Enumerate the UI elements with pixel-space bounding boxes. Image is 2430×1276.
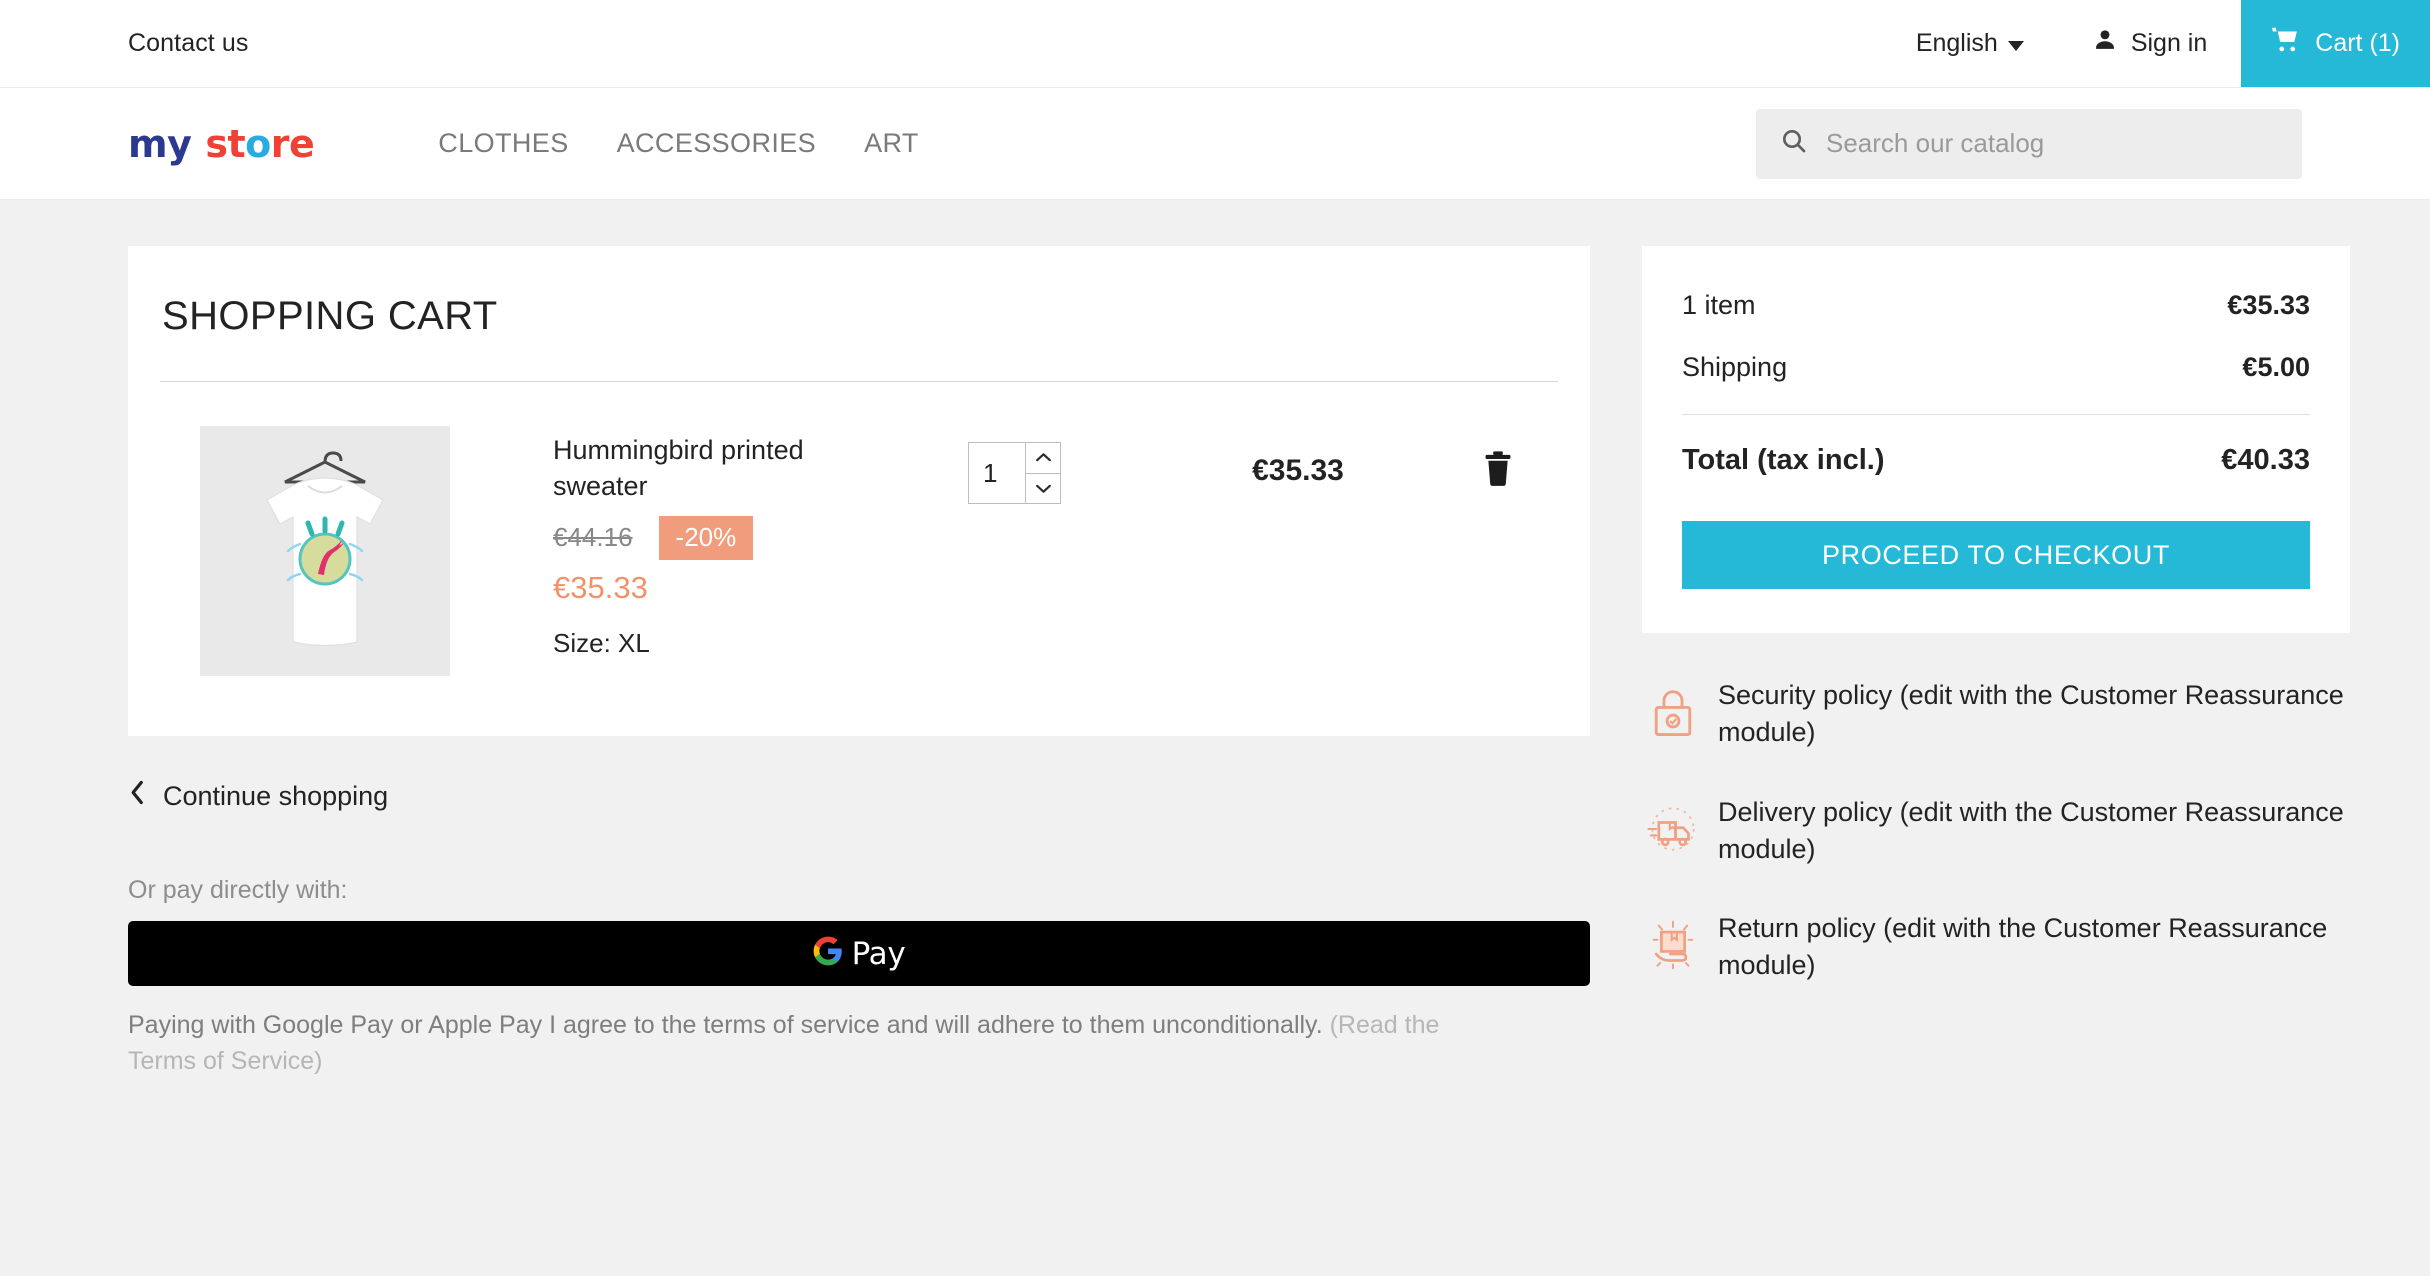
contact-us-link[interactable]: Contact us <box>128 29 249 58</box>
summary-row-total: Total (tax incl.) €40.33 <box>1682 444 2310 477</box>
google-g-icon <box>813 936 843 971</box>
top-bar-left: Contact us <box>0 0 249 87</box>
payment-terms-text: Paying with Google Pay or Apple Pay I ag… <box>128 1008 1448 1079</box>
nav-item-art[interactable]: ART <box>864 128 919 159</box>
product-thumbnail[interactable] <box>200 426 450 676</box>
google-pay-label: Pay <box>851 935 906 972</box>
terms-body: Paying with Google Pay or Apple Pay I ag… <box>128 1011 1330 1039</box>
logo-part-my: my <box>128 121 192 166</box>
summary-row-shipping: Shipping €5.00 <box>1682 352 2310 383</box>
site-logo[interactable]: my store <box>128 121 315 166</box>
main-navigation: CLOTHES ACCESSORIES ART <box>438 128 919 159</box>
cart-button[interactable]: Cart (1) <box>2241 0 2430 87</box>
cart-column: SHOPPING CART Hummingbird printed sweate… <box>128 246 1590 1079</box>
remove-item-button[interactable] <box>1438 426 1558 493</box>
policy-return: Return policy (edit with the Customer Re… <box>1642 910 2350 985</box>
policy-security: Security policy (edit with the Customer … <box>1642 677 2350 752</box>
summary-shipping-label: Shipping <box>1682 352 1788 382</box>
chevron-left-icon <box>130 780 145 812</box>
quantity-input[interactable] <box>969 443 1025 503</box>
product-price-current: €35.33 <box>553 569 648 605</box>
quantity-stepper[interactable] <box>968 442 1061 504</box>
summary-items-value: €35.33 <box>2227 290 2310 320</box>
quantity-increase-button[interactable] <box>1026 443 1060 474</box>
order-summary-panel: 1 item €35.33 Shipping €5.00 Total (tax … <box>1642 246 2350 633</box>
reassurance-policies: Security policy (edit with the Customer … <box>1642 677 2350 985</box>
summary-total-value: €40.33 <box>2221 444 2310 476</box>
summary-total-label: Total (tax incl.) <box>1682 444 1885 476</box>
search-icon <box>1780 127 1808 160</box>
cart-label: Cart (1) <box>2315 29 2400 57</box>
policy-delivery-text: Delivery policy (edit with the Customer … <box>1642 794 2350 869</box>
search-input[interactable] <box>1826 128 2278 159</box>
lock-icon <box>1642 681 1704 743</box>
discount-badge: -20% <box>658 515 754 560</box>
quantity-cell <box>968 426 1158 504</box>
product-info: Hummingbird printed sweater €44.16 -20% … <box>450 426 968 659</box>
policy-delivery-title[interactable]: Delivery policy <box>1718 797 1892 827</box>
summary-column: 1 item €35.33 Shipping €5.00 Total (tax … <box>1642 246 2350 1027</box>
search-bar[interactable] <box>1756 108 2302 179</box>
cart-line-item: Hummingbird printed sweater €44.16 -20% … <box>160 382 1558 736</box>
policy-return-text: Return policy (edit with the Customer Re… <box>1642 910 2350 985</box>
line-item-total: €35.33 <box>1252 454 1344 487</box>
summary-shipping-value: €5.00 <box>2242 352 2310 382</box>
site-header: my store CLOTHES ACCESSORIES ART <box>0 88 2430 200</box>
continue-shopping-link[interactable]: Continue shopping <box>130 780 1590 812</box>
quantity-decrease-button[interactable] <box>1026 474 1060 504</box>
logo-part-st: st <box>205 121 246 166</box>
user-icon <box>2092 26 2118 61</box>
return-box-icon <box>1642 914 1704 976</box>
proceed-to-checkout-button[interactable]: PROCEED TO CHECKOUT <box>1682 521 2310 589</box>
quantity-arrows <box>1025 443 1060 503</box>
language-label: English <box>1915 29 1998 57</box>
product-price-old: €44.16 <box>553 522 633 553</box>
product-name[interactable]: Hummingbird printed sweater <box>553 432 853 505</box>
policy-delivery: Delivery policy (edit with the Customer … <box>1642 794 2350 869</box>
continue-shopping-label: Continue shopping <box>163 780 389 811</box>
logo-part-re: re <box>270 121 315 166</box>
truck-icon <box>1642 798 1704 860</box>
nav-item-clothes[interactable]: CLOTHES <box>438 128 568 159</box>
sign-in-button[interactable]: Sign in <box>2058 0 2241 87</box>
sign-in-label: Sign in <box>2130 29 2208 57</box>
summary-divider <box>1682 414 2310 415</box>
or-pay-label: Or pay directly with: <box>128 876 348 904</box>
page-title: SHOPPING CART <box>160 246 1558 382</box>
google-pay-button[interactable]: Pay <box>128 921 1590 986</box>
summary-items-label: 1 item <box>1682 290 1756 320</box>
policy-return-title[interactable]: Return policy <box>1718 913 1876 943</box>
top-bar-right: English Sign in Cart (1) <box>1882 0 2430 87</box>
cart-card: SHOPPING CART Hummingbird printed sweate… <box>128 246 1590 736</box>
nav-item-accessories[interactable]: ACCESSORIES <box>617 128 816 159</box>
shopping-cart-icon <box>2269 25 2301 62</box>
logo-part-o: o <box>245 121 271 166</box>
product-price-row: €44.16 -20% <box>553 515 968 560</box>
product-size: Size: XL <box>553 627 650 658</box>
language-selector[interactable]: English <box>1882 0 2058 87</box>
policy-security-text: Security policy (edit with the Customer … <box>1642 677 2350 752</box>
top-bar: Contact us English Sign in Cart (1) <box>0 0 2430 88</box>
summary-row-items: 1 item €35.33 <box>1682 290 2310 321</box>
policy-security-title[interactable]: Security policy <box>1718 680 1892 710</box>
page-body: SHOPPING CART Hummingbird printed sweate… <box>0 200 2430 1079</box>
chevron-down-icon <box>2007 40 2024 51</box>
trash-icon <box>1481 450 1515 493</box>
